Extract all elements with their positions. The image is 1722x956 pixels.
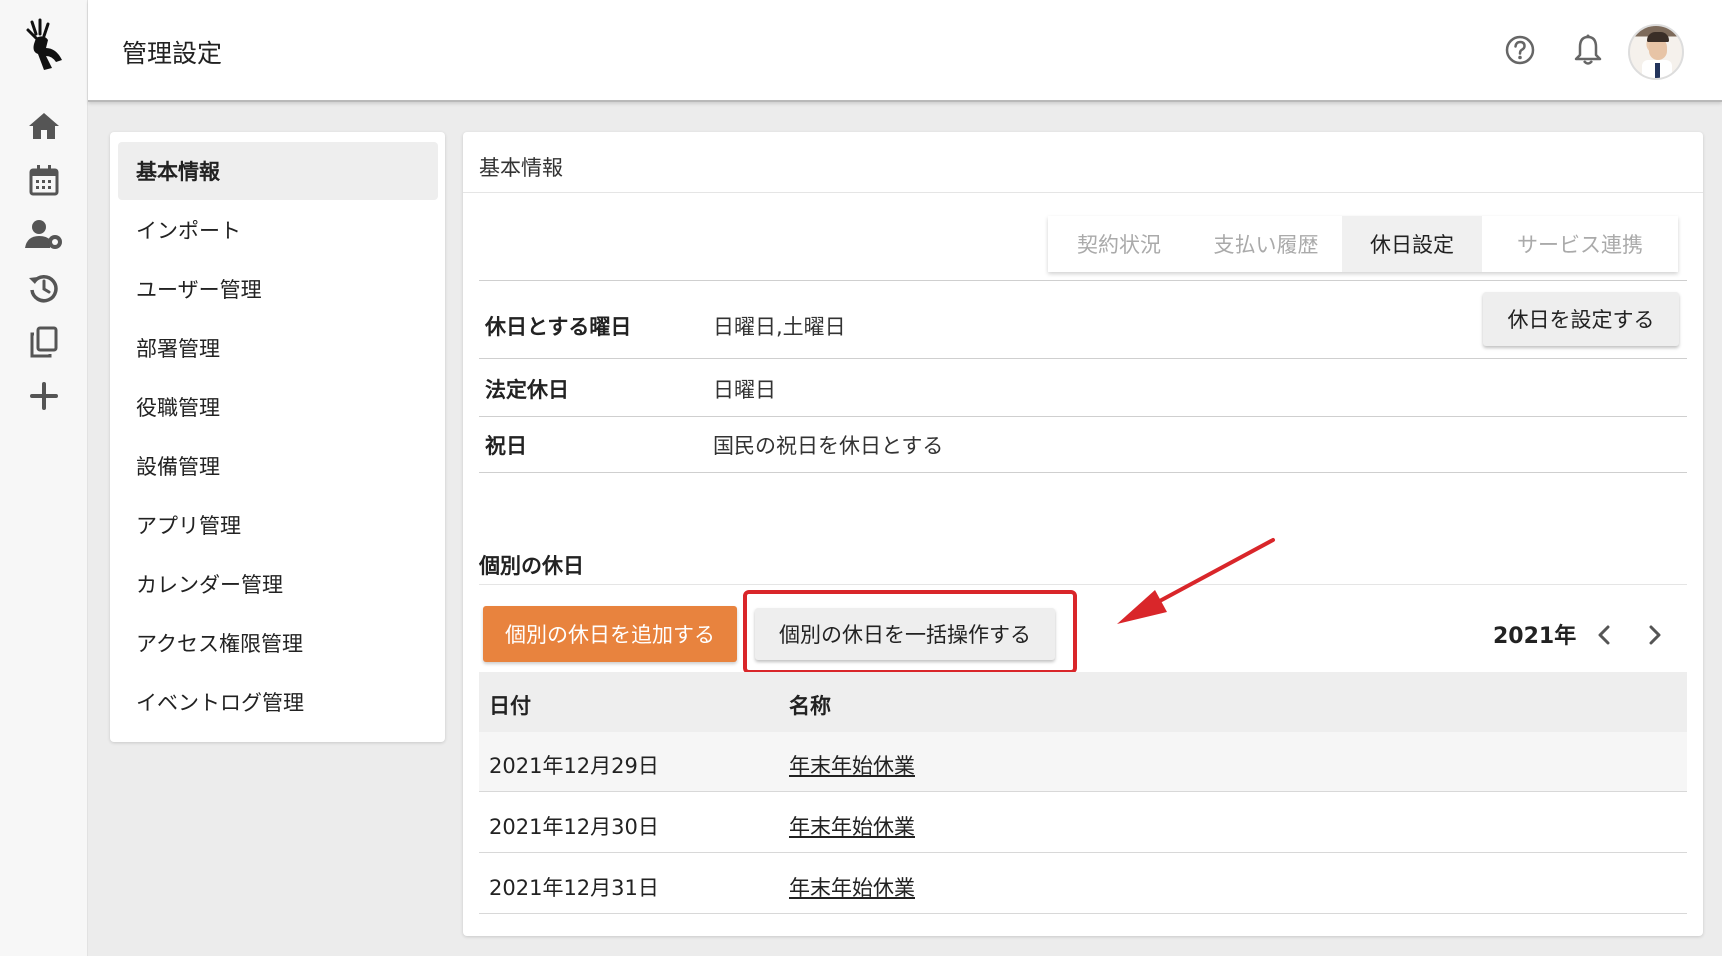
tab-bar: 契約状況 支払い履歴 休日設定 サービス連携: [1048, 216, 1678, 272]
top-bar: 管理設定: [88, 0, 1722, 102]
tab-contract-status[interactable]: 契約状況: [1048, 216, 1190, 272]
holiday-name-link[interactable]: 年末年始休業: [789, 750, 915, 780]
table-header: 日付 名称: [479, 672, 1687, 732]
sidebar-item-department-management[interactable]: 部署管理: [118, 319, 438, 377]
setting-value-weekly-holidays: 日曜日,土曜日: [713, 315, 846, 339]
help-icon[interactable]: [1500, 30, 1540, 70]
cell-date: 2021年12月30日: [489, 815, 659, 839]
column-header-date: 日付: [489, 694, 531, 718]
set-holidays-button[interactable]: 休日を設定する: [1483, 292, 1679, 346]
page-title: 管理設定: [122, 39, 223, 68]
divider: [479, 416, 1687, 417]
sidebar-item-app-management[interactable]: アプリ管理: [118, 496, 438, 554]
user-settings-icon[interactable]: [24, 214, 64, 254]
tab-holiday-settings[interactable]: 休日設定: [1342, 216, 1482, 272]
sidebar-item-position-management[interactable]: 役職管理: [118, 378, 438, 436]
setting-label-weekly-holidays: 休日とする曜日: [485, 315, 632, 339]
sidebar-item-calendar-management[interactable]: カレンダー管理: [118, 555, 438, 613]
section-title: 個別の休日: [479, 554, 584, 578]
next-year-chevron-right-icon[interactable]: [1640, 620, 1670, 650]
year-label: 2021年: [1493, 624, 1577, 649]
copy-icon[interactable]: [24, 322, 64, 362]
tab-service-integration[interactable]: サービス連携: [1482, 216, 1678, 272]
sidebar-item-user-management[interactable]: ユーザー管理: [118, 260, 438, 318]
setting-label-national-holidays: 祝日: [485, 434, 527, 458]
holiday-name-link[interactable]: 年末年始休業: [789, 811, 915, 841]
table-row: 2021年12月29日 年末年始休業: [479, 732, 1687, 792]
sidebar-item-equipment-management[interactable]: 設備管理: [118, 437, 438, 495]
tab-payment-history[interactable]: 支払い履歴: [1190, 216, 1342, 272]
sidebar-item-access-management[interactable]: アクセス権限管理: [118, 614, 438, 672]
divider: [479, 584, 1687, 585]
setting-label-legal-holiday: 法定休日: [485, 378, 569, 402]
settings-sidebar: 基本情報 インポート ユーザー管理 部署管理 役職管理 設備管理 アプリ管理 カ…: [110, 132, 445, 742]
setting-value-legal-holiday: 日曜日: [713, 378, 776, 402]
bell-icon[interactable]: [1568, 30, 1608, 70]
add-individual-holiday-button[interactable]: 個別の休日を追加する: [483, 606, 737, 662]
home-icon[interactable]: [24, 106, 64, 146]
deer-logo-icon[interactable]: [22, 18, 70, 74]
history-icon[interactable]: [24, 268, 64, 308]
cell-date: 2021年12月29日: [489, 754, 659, 778]
main-card: 基本情報 契約状況 支払い履歴 休日設定 サービス連携 休日とする曜日 日曜日,…: [463, 132, 1703, 936]
card-title: 基本情報: [479, 156, 563, 180]
sidebar-item-import[interactable]: インポート: [118, 201, 438, 259]
prev-year-chevron-left-icon[interactable]: [1589, 620, 1619, 650]
sidebar-item-event-log-management[interactable]: イベントログ管理: [118, 673, 438, 731]
column-header-name: 名称: [789, 694, 831, 718]
divider: [479, 472, 1687, 473]
cell-date: 2021年12月31日: [489, 876, 659, 900]
bulk-edit-holidays-button[interactable]: 個別の休日を一括操作する: [755, 608, 1055, 660]
annotation-arrow-icon: [1117, 538, 1275, 624]
user-avatar[interactable]: [1628, 24, 1684, 80]
left-rail: [0, 0, 88, 956]
plus-icon[interactable]: [24, 376, 64, 416]
divider: [479, 358, 1687, 359]
table-row: 2021年12月30日 年末年始休業: [479, 793, 1687, 853]
divider: [463, 192, 1703, 193]
calendar-icon[interactable]: [24, 160, 64, 200]
holiday-name-link[interactable]: 年末年始休業: [789, 872, 915, 902]
table-row: 2021年12月31日 年末年始休業: [479, 854, 1687, 914]
setting-value-national-holidays: 国民の祝日を休日とする: [713, 434, 944, 458]
sidebar-item-basic-info[interactable]: 基本情報: [118, 142, 438, 200]
